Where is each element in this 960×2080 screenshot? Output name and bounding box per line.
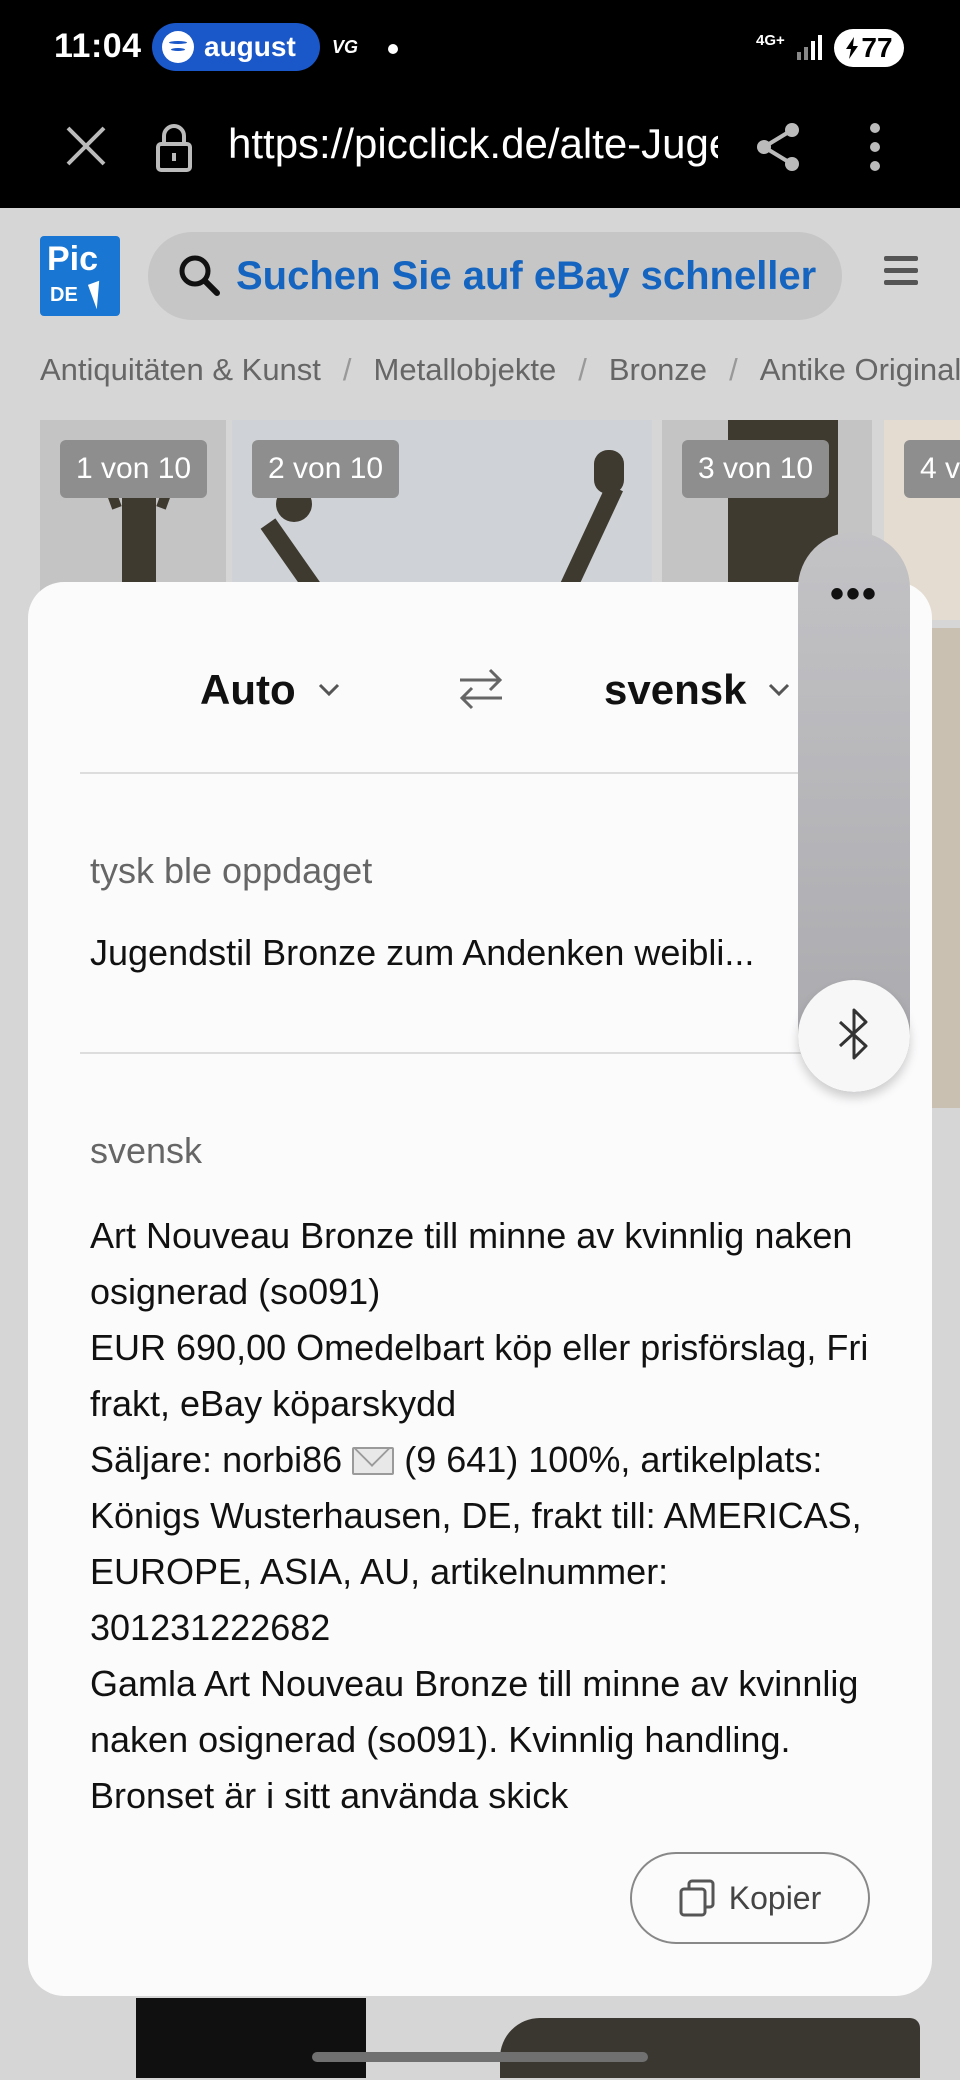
status-time: 11:04 (54, 27, 142, 65)
copy-button[interactable]: Kopier (630, 1852, 870, 1944)
logo-text: Pic (47, 240, 99, 278)
source-language-dropdown[interactable]: Auto (200, 666, 340, 714)
breadcrumb-item[interactable]: Antike Originale (760, 352, 960, 387)
browser-toolbar: https://picclick.de/alte-Jugendstil (0, 96, 960, 208)
hamburger-menu-icon[interactable] (884, 256, 918, 290)
divider (80, 1052, 880, 1054)
seller-text: Säljare: norbi86 (90, 1439, 343, 1480)
target-language-dropdown[interactable]: svensk (604, 666, 790, 714)
logo-subtext: DE (50, 284, 78, 306)
cursor-icon (87, 280, 109, 310)
chevron-down-icon (318, 683, 339, 697)
spotify-icon (162, 31, 194, 63)
share-icon[interactable] (752, 120, 806, 174)
charging-icon (846, 37, 859, 59)
translation-line: Säljare: norbi86 (9 641) 100%, artikelpl… (90, 1432, 890, 1656)
translation-line: Gamla Art Nouveau Bronze till minne av k… (90, 1663, 859, 1816)
notification-dot-icon (388, 44, 398, 54)
detected-language-label: tysk ble oppdaget (90, 850, 373, 891)
target-language-heading: svensk (90, 1130, 203, 1171)
breadcrumb-item[interactable]: Bronze (609, 352, 707, 387)
search-placeholder: Suchen Sie auf eBay schneller (236, 254, 817, 298)
bluetooth-button[interactable] (798, 980, 910, 1092)
media-label: august (204, 31, 296, 62)
product-image-strip (0, 1998, 960, 2080)
media-pill[interactable]: august (152, 23, 320, 71)
translation-line: Art Nouveau Bronze till minne av kvinnli… (90, 1215, 853, 1312)
breadcrumb-item[interactable]: Metallobjekte (374, 352, 557, 387)
thumbnail-counter: 1 von 10 (60, 440, 208, 498)
copy-label: Kopier (728, 1879, 822, 1916)
bluetooth-icon (838, 1008, 868, 1060)
envelope-icon (352, 1447, 395, 1475)
translate-sheet: Auto svensk tysk ble oppdaget Jugendstil… (28, 582, 932, 1996)
chevron-down-icon (769, 683, 790, 697)
divider (80, 772, 880, 774)
home-indicator[interactable] (312, 2052, 648, 2062)
copy-icon (679, 1879, 715, 1917)
translation-line: EUR 690,00 Omedelbart köp eller prisförs… (90, 1327, 869, 1424)
thumbnail-counter: 3 von 10 (682, 440, 830, 498)
site-search-bar[interactable]: Suchen Sie auf eBay schneller (148, 232, 842, 320)
signal-icon (797, 35, 822, 60)
network-type: 4G+ (756, 32, 785, 49)
language-selector-row: Auto svensk (28, 582, 932, 774)
swap-languages-icon[interactable] (456, 666, 506, 712)
breadcrumb-item[interactable]: Antiquitäten & Kunst (40, 352, 321, 387)
overflow-menu-icon[interactable] (846, 118, 904, 176)
breadcrumb: Antiquitäten & Kunst / Metallobjekte / Bronz… (40, 352, 960, 388)
translation-text: Art Nouveau Bronze till minne av kvinnli… (90, 1208, 890, 1824)
picclick-logo[interactable]: Pic DE (40, 236, 120, 316)
search-icon (179, 255, 220, 296)
more-options-icon[interactable]: ••• (798, 574, 910, 614)
battery-level: 77 (861, 32, 893, 63)
thumbnail-counter: 4 von 10 (904, 440, 960, 498)
vg-notification-icon: VG (332, 37, 359, 57)
lock-icon[interactable] (152, 122, 196, 172)
source-text: Jugendstil Bronze zum Andenken weibli... (90, 932, 755, 973)
close-icon[interactable] (58, 118, 114, 174)
battery-indicator: 77 (834, 29, 904, 67)
product-image-edge (928, 628, 960, 1108)
target-language-label: svensk (604, 666, 747, 713)
source-language-label: Auto (200, 666, 296, 713)
status-bar: 11:04 august VG 4G+ 77 (0, 0, 960, 96)
thumbnail-counter: 2 von 10 (252, 440, 400, 498)
url-bar[interactable]: https://picclick.de/alte-Jugendstil (228, 120, 718, 168)
